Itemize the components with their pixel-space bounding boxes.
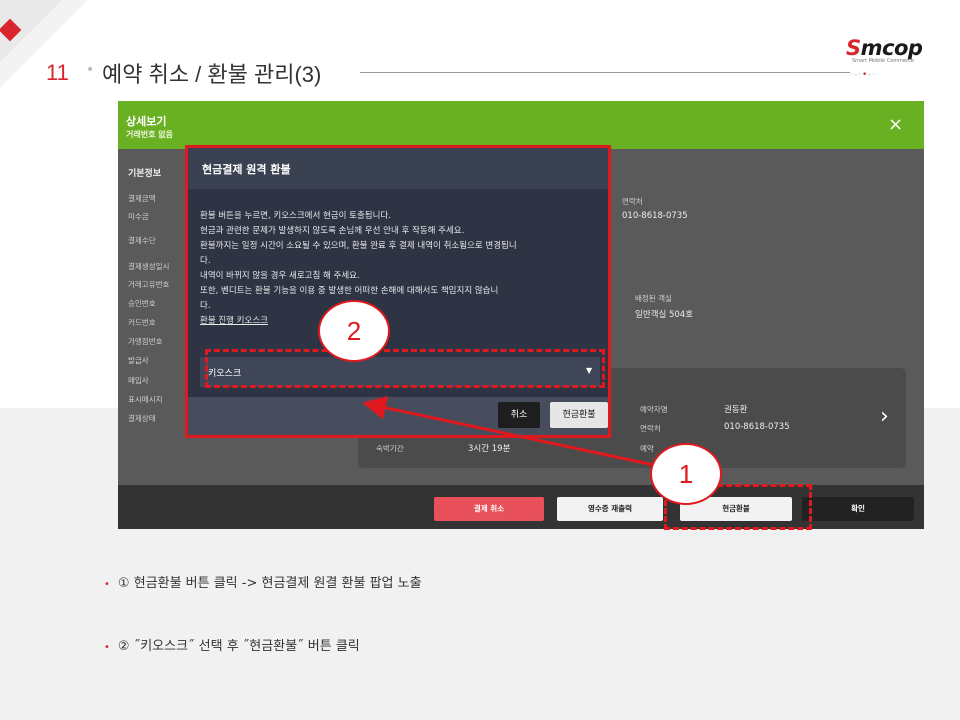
bullet-text: ① 현금환불 버튼 클릭 -> 현금결제 원결 환불 팝업 노출 — [117, 576, 422, 591]
bullet-item-2: • ② ˝키오스크˝ 선택 후 ˝현금환불˝ 버튼 클릭 — [104, 635, 360, 654]
bullet-item-1: • ① 현금환불 버튼 클릭 -> 현금결제 원결 환불 팝업 노출 — [104, 572, 422, 591]
bullet-dot-icon: • — [104, 642, 110, 653]
annotation-arrow — [362, 396, 669, 470]
bullet-dot-icon: • — [104, 579, 110, 590]
callout-2: 2 — [318, 300, 390, 362]
callout-1: 1 — [650, 443, 722, 505]
bullet-text: ② ˝키오스크˝ 선택 후 ˝현금환불˝ 버튼 클릭 — [117, 639, 360, 654]
